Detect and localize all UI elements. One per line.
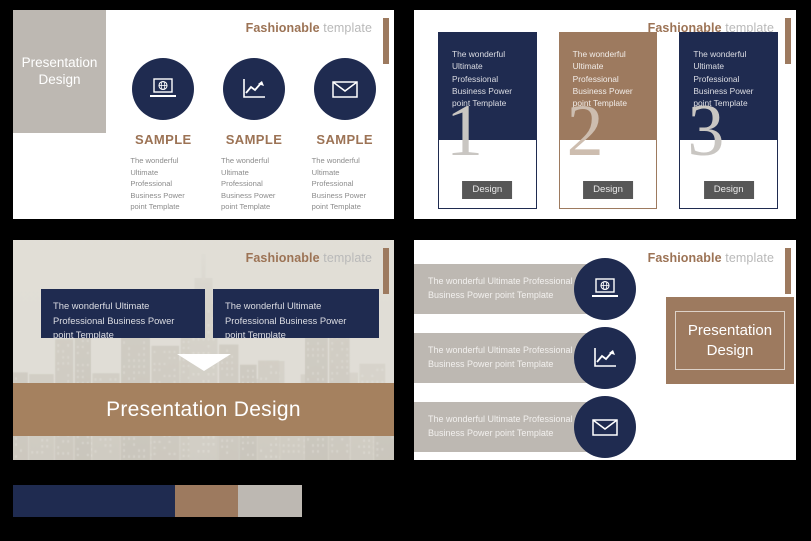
content-box-text: The wonderful Ultimate Professional Busi… <box>225 300 347 341</box>
slide-2[interactable]: Fashionable template The wonderful Ultim… <box>414 10 796 219</box>
growth-chart-icon <box>594 348 616 367</box>
design-button[interactable]: Design <box>703 181 754 199</box>
tan-swatch[interactable] <box>174 485 239 517</box>
slide-4[interactable]: Fashionable template The wonderful Ultim… <box>414 240 796 460</box>
brand-bold: Fashionable <box>647 251 722 265</box>
sample-label: SAMPLE <box>135 132 192 147</box>
title-box-label-s1: Presentation Design <box>21 54 98 87</box>
list-item[interactable]: The wonderful Ultimate Professional Busi… <box>414 402 596 452</box>
card-text: The wonderful Ultimate Professional Busi… <box>693 49 754 109</box>
card-top: The wonderful Ultimate Professional Busi… <box>438 32 537 140</box>
icon-badge[interactable] <box>313 58 376 120</box>
card-text: The wonderful Ultimate Professional Busi… <box>572 49 633 109</box>
brand-light: template <box>725 251 774 265</box>
slide-3[interactable]: Fashionable template The wonderful Ultim… <box>13 240 394 460</box>
icon-badge[interactable] <box>132 58 195 120</box>
presentation-design-panel[interactable]: Presentation Design <box>666 297 794 384</box>
title-box-s1: Presentation Design <box>13 10 106 133</box>
sample-label: SAMPLE <box>316 132 373 147</box>
sample-description: The wonderful Ultimate Professional Busi… <box>311 156 367 212</box>
card-top: The wonderful Ultimate Professional Busi… <box>679 32 779 140</box>
slide-1[interactable]: Fashionable template Presentation Design <box>13 10 394 219</box>
accent-bar <box>785 248 791 294</box>
panel-title: Presentation Design <box>674 311 786 370</box>
list-item[interactable]: The wonderful Ultimate Professional Busi… <box>414 333 596 383</box>
list-item-text: The wonderful Ultimate Professional Busi… <box>428 345 573 369</box>
numbered-card[interactable]: The wonderful Ultimate Professional Busi… <box>679 32 779 209</box>
icon-badge[interactable] <box>574 396 636 458</box>
accent-bar <box>785 18 791 64</box>
down-arrow-icon <box>176 354 231 371</box>
content-box-text: The wonderful Ultimate Professional Busi… <box>53 300 175 341</box>
sample-description: The wonderful Ultimate Professional Busi… <box>221 156 276 212</box>
grey-swatch[interactable] <box>238 485 302 517</box>
sample-columns: SAMPLE The wonderful Ultimate Profession… <box>118 58 390 213</box>
icon-badge[interactable] <box>574 258 636 320</box>
laptop-globe-icon <box>150 78 177 97</box>
envelope-icon <box>331 81 358 98</box>
icon-badge[interactable] <box>574 327 636 389</box>
band-title: Presentation Design <box>106 397 301 421</box>
brand-bold: Fashionable <box>245 251 320 265</box>
laptop-globe-icon <box>592 278 618 297</box>
list-item-text: The wonderful Ultimate Professional Busi… <box>428 276 573 300</box>
brand-light: template <box>323 21 372 35</box>
sample-item[interactable]: SAMPLE The wonderful Ultimate Profession… <box>299 58 390 213</box>
brand-header: Fashionable template <box>648 251 774 265</box>
design-button[interactable]: Design <box>583 181 633 199</box>
color-palette-bar <box>13 485 302 517</box>
content-box[interactable]: The wonderful Ultimate Professional Busi… <box>41 289 205 341</box>
brand-light: template <box>323 251 372 265</box>
numbered-card[interactable]: The wonderful Ultimate Professional Busi… <box>558 32 658 209</box>
envelope-icon <box>592 419 618 436</box>
list-item-text: The wonderful Ultimate Professional Busi… <box>428 414 573 438</box>
brand-header: Fashionable template <box>246 21 372 35</box>
card-top: The wonderful Ultimate Professional Busi… <box>558 32 658 140</box>
card-text: The wonderful Ultimate Professional Busi… <box>452 49 513 109</box>
navy-swatch[interactable] <box>13 485 175 517</box>
accent-bar <box>383 248 389 294</box>
numbered-cards: The wonderful Ultimate Professional Busi… <box>438 32 779 209</box>
brand-bold: Fashionable <box>245 21 320 35</box>
template-preview-canvas: Fashionable template Presentation Design <box>0 0 811 541</box>
sample-description: The wonderful Ultimate Professional Busi… <box>130 156 185 212</box>
sample-item[interactable]: SAMPLE The wonderful Ultimate Profession… <box>209 58 300 213</box>
content-box[interactable]: The wonderful Ultimate Professional Busi… <box>213 289 379 341</box>
brand-header: Fashionable template <box>246 251 372 265</box>
sample-label: SAMPLE <box>225 132 283 147</box>
icon-badge[interactable] <box>223 58 285 120</box>
numbered-card[interactable]: The wonderful Ultimate Professional Busi… <box>438 32 537 209</box>
list-item[interactable]: The wonderful Ultimate Professional Busi… <box>414 264 596 314</box>
growth-chart-icon <box>243 79 265 98</box>
design-button[interactable]: Design <box>462 181 513 199</box>
sample-item[interactable]: SAMPLE The wonderful Ultimate Profession… <box>118 58 209 213</box>
title-band: Presentation Design <box>13 383 394 436</box>
